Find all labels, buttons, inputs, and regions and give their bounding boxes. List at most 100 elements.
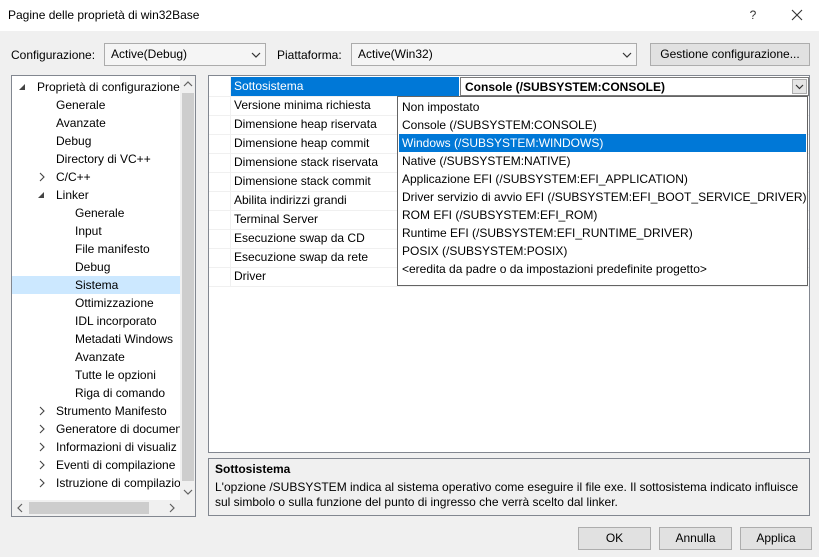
description-text: L'opzione /SUBSYSTEM indica al sistema o… <box>215 480 799 509</box>
tree-item[interactable]: IDL incorporato <box>12 312 180 330</box>
dropdown-option[interactable]: POSIX (/SUBSYSTEM:POSIX) <box>399 242 806 260</box>
annulla-button[interactable]: Annulla <box>659 527 732 550</box>
property-name: Dimensione stack commit <box>234 174 371 188</box>
scroll-left-icon[interactable] <box>12 500 28 516</box>
tree-item[interactable]: Informazioni di visualiz <box>12 438 180 456</box>
tree-item[interactable]: Directory di VC++ <box>12 150 180 168</box>
property-name: Sottosistema <box>234 79 304 93</box>
collapsed-arrow-icon[interactable] <box>37 438 47 456</box>
tree-item[interactable]: Avanzate <box>12 114 180 132</box>
tree-horizontal-scrollbar[interactable] <box>12 500 180 516</box>
property-name: Esecuzione swap da CD <box>234 231 365 245</box>
tree-item[interactable]: Linker <box>12 186 180 204</box>
category-tree[interactable]: Proprietà di configurazione Generale Avanz… <box>11 75 196 517</box>
expanded-arrow-icon[interactable] <box>37 186 47 204</box>
chevron-down-icon[interactable] <box>792 79 807 94</box>
property-name: Terminal Server <box>234 212 319 226</box>
close-icon[interactable] <box>788 6 806 24</box>
chevron-down-icon <box>251 49 261 59</box>
scroll-up-icon[interactable] <box>180 76 195 92</box>
property-name: Esecuzione swap da rete <box>234 250 369 264</box>
dropdown-option[interactable]: Driver servizio di avvio EFI (/SUBSYSTEM… <box>399 188 807 206</box>
tree-item-label: Tutte le opzioni <box>75 368 156 382</box>
dropdown-option[interactable]: Native (/SUBSYSTEM:NATIVE) <box>399 152 806 170</box>
dropdown-option[interactable]: <eredita da padre o da impostazioni pred… <box>399 260 806 278</box>
description-title: Sottosistema <box>215 462 291 476</box>
tree-item[interactable]: Istruzione di compilazio <box>12 474 181 492</box>
tree-item-label: File manifesto <box>75 242 150 256</box>
tree-item-label: Generale <box>56 98 106 112</box>
collapsed-arrow-icon[interactable] <box>37 456 47 474</box>
tree-item[interactable]: Sistema <box>12 276 180 294</box>
expanded-arrow-icon[interactable] <box>18 78 28 96</box>
property-name: Dimensione heap commit <box>234 136 370 150</box>
tree-item[interactable]: Strumento Manifesto <box>12 402 180 420</box>
collapsed-arrow-icon[interactable] <box>37 420 47 438</box>
tree-item[interactable]: Proprietà di configurazione <box>12 78 180 96</box>
tree-item[interactable]: Metadati Windows <box>12 330 180 348</box>
tree-item[interactable]: Generatore di documen <box>12 420 183 438</box>
property-row[interactable]: Sottosistema Console (/SUBSYSTEM:CONSOLE) <box>209 77 809 96</box>
tree-item[interactable]: Generale <box>12 96 180 114</box>
tree-item[interactable]: Debug <box>12 132 180 150</box>
grid-margin-line <box>230 76 231 286</box>
tree-item[interactable]: C/C++ <box>12 168 180 186</box>
gestione-configurazione-button[interactable]: Gestione configurazione... <box>650 43 810 66</box>
tree-item[interactable]: Riga di comando <box>12 384 180 402</box>
tree-item-label: Proprietà di configurazione <box>37 80 180 94</box>
tree-item-label: Directory di VC++ <box>56 152 151 166</box>
tree-item-label: C/C++ <box>56 170 91 184</box>
scroll-right-icon[interactable] <box>164 500 180 516</box>
tree-item[interactable]: Input <box>12 222 180 240</box>
description-panel: Sottosistema L'opzione /SUBSYSTEM indica… <box>208 458 810 516</box>
tree-item-label: Strumento Manifesto <box>56 404 167 418</box>
tree-item-label: Avanzate <box>75 350 125 364</box>
collapsed-arrow-icon[interactable] <box>37 402 47 420</box>
title-bar: Pagine delle proprietà di win32Base ? <box>0 0 819 31</box>
piattaforma-label: Piattaforma: <box>277 48 342 62</box>
help-button[interactable]: ? <box>744 6 762 24</box>
tree-item[interactable]: Tutte le opzioni <box>12 366 180 384</box>
dropdown-option[interactable]: Runtime EFI (/SUBSYSTEM:EFI_RUNTIME_DRIV… <box>399 224 806 242</box>
tree-item-label: Riga di comando <box>75 386 166 400</box>
tree-item[interactable]: Debug <box>12 258 180 276</box>
collapsed-arrow-icon[interactable] <box>37 168 47 186</box>
scroll-down-icon[interactable] <box>180 484 195 500</box>
dropdown-option[interactable]: Non impostato <box>399 98 806 116</box>
tree-item[interactable]: Generale <box>12 204 180 222</box>
tree-item-label: Generale <box>75 206 125 220</box>
property-name: Abilita indirizzi grandi <box>234 193 347 207</box>
window-title: Pagine delle proprietà di win32Base <box>8 8 200 22</box>
ok-button[interactable]: OK <box>578 527 651 550</box>
tree-item[interactable]: Eventi di compilazione <box>12 456 180 474</box>
tree-item-label: Istruzione di compilazio <box>56 476 181 490</box>
property-name: Driver <box>234 269 266 283</box>
piattaforma-combo[interactable]: Active(Win32) <box>351 43 637 66</box>
tree-item[interactable]: Ottimizzazione <box>12 294 180 312</box>
tree-vertical-scrollbar[interactable] <box>180 76 195 500</box>
tree-item-label: Generatore di documen <box>56 422 183 436</box>
tree-item-label: Avanzate <box>56 116 106 130</box>
dropdown-option[interactable]: Windows (/SUBSYSTEM:WINDOWS) <box>399 134 806 152</box>
dropdown-option[interactable]: Console (/SUBSYSTEM:CONSOLE) <box>399 116 806 134</box>
configurazione-combo[interactable]: Active(Debug) <box>104 43 266 66</box>
tree-item[interactable]: Avanzate <box>12 348 180 366</box>
property-name: Dimensione heap riservata <box>234 117 377 131</box>
dropdown-option[interactable]: Applicazione EFI (/SUBSYSTEM:EFI_APPLICA… <box>399 170 806 188</box>
tree-item-label: Input <box>75 224 102 238</box>
piattaforma-value: Active(Win32) <box>358 47 433 61</box>
tree-item[interactable]: File manifesto <box>12 240 180 258</box>
dropdown-option[interactable]: ROM EFI (/SUBSYSTEM:EFI_ROM) <box>399 206 806 224</box>
subsystem-value-combo[interactable]: Console (/SUBSYSTEM:CONSOLE) <box>460 77 809 96</box>
property-name: Versione minima richiesta <box>234 98 371 112</box>
subsystem-dropdown-list[interactable]: Non impostato Console (/SUBSYSTEM:CONSOLE… <box>397 96 808 286</box>
property-name: Dimensione stack riservata <box>234 155 379 169</box>
tree-scroll-thumb[interactable] <box>182 93 194 481</box>
applica-button[interactable]: Applica <box>740 527 812 550</box>
collapsed-arrow-icon[interactable] <box>37 474 47 492</box>
tree-item-label: Debug <box>56 134 92 148</box>
tree-hscroll-thumb[interactable] <box>29 502 149 514</box>
configurazione-value: Active(Debug) <box>111 47 188 61</box>
grid-line <box>209 286 809 287</box>
tree-item-label: Eventi di compilazione <box>56 458 176 472</box>
